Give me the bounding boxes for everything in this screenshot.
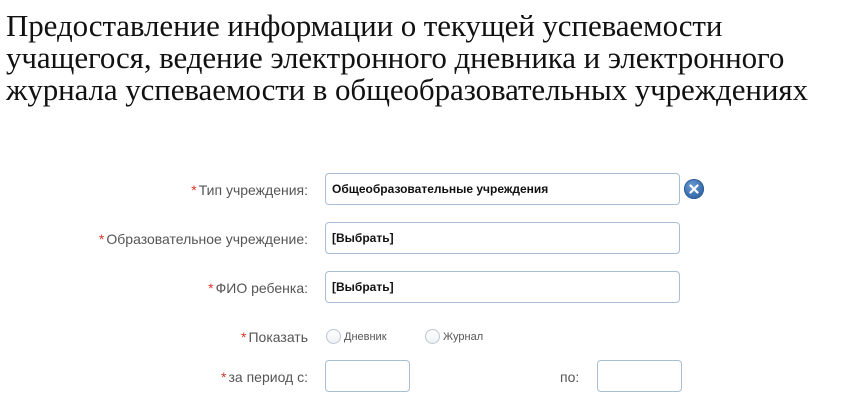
required-mark: * bbox=[221, 369, 227, 385]
radio-journal-label: Журнал bbox=[443, 331, 484, 343]
period-to-label: по: bbox=[560, 369, 580, 385]
period-to-input[interactable] bbox=[597, 360, 682, 392]
institution-type-label: * Тип учреждения: bbox=[191, 173, 308, 207]
required-mark: * bbox=[191, 182, 197, 198]
clear-icon[interactable] bbox=[684, 179, 704, 199]
show-label: * Показать bbox=[241, 320, 308, 354]
radio-button[interactable] bbox=[326, 329, 341, 344]
child-name-row: * ФИО ребенка: [Выбрать] bbox=[0, 271, 861, 305]
show-label-text: Показать bbox=[248, 329, 308, 345]
child-name-select[interactable]: [Выбрать] bbox=[325, 271, 680, 303]
radio-button[interactable] bbox=[425, 329, 440, 344]
required-mark: * bbox=[208, 280, 214, 296]
period-row: * за период с: по: bbox=[0, 360, 861, 394]
institution-type-label-text: Тип учреждения: bbox=[198, 182, 308, 198]
institution-select[interactable]: [Выбрать] bbox=[325, 222, 680, 254]
required-mark: * bbox=[241, 329, 247, 345]
close-icon bbox=[689, 184, 699, 194]
required-mark: * bbox=[98, 231, 105, 247]
radio-diary-label: Дневник bbox=[344, 331, 387, 343]
institution-type-row: * Тип учреждения: Общеобразовательные учр… bbox=[0, 173, 861, 207]
show-row: * Показать Дневник Журнал bbox=[0, 320, 861, 354]
institution-row: * Образовательное учреждение: [Выбрать] bbox=[0, 222, 861, 256]
child-name-label-text: ФИО ребенка: bbox=[215, 280, 308, 296]
page-title: Предоставление информации о текущей успе… bbox=[6, 8, 808, 107]
period-from-input[interactable] bbox=[325, 360, 410, 392]
child-name-label: * ФИО ребенка: bbox=[208, 271, 308, 305]
period-from-label-text: за период с: bbox=[228, 369, 309, 385]
institution-label: * Образовательное учреждение: bbox=[99, 222, 308, 256]
institution-type-field[interactable]: Общеобразовательные учреждения bbox=[325, 173, 680, 205]
period-from-label: * за период с: bbox=[221, 360, 308, 394]
institution-label-text: Образовательное учреждение: bbox=[106, 231, 308, 247]
